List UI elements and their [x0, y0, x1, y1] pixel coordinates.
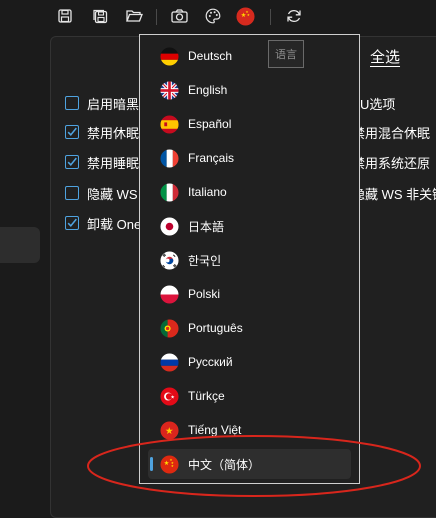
cn-flag-icon: ★ ★ ★ ★ — [160, 454, 179, 474]
language-label: Русский — [188, 355, 233, 369]
toolbar-separator — [270, 9, 271, 25]
option-label-right[interactable]: 禁用系统还原 — [352, 152, 430, 172]
pl-flag-icon — [160, 284, 179, 304]
fr-flag-icon — [160, 148, 179, 168]
language-label: Italiano — [188, 185, 227, 199]
option-label: 隐藏 WS — [87, 186, 138, 202]
checkbox-checked[interactable] — [65, 155, 79, 169]
language-item-es[interactable]: Español — [148, 109, 351, 139]
toolbar-separator — [156, 9, 157, 25]
option-label-right[interactable]: 隐藏 WS 非关键 — [352, 183, 436, 203]
save-icon[interactable] — [54, 5, 76, 27]
language-label: English — [188, 83, 228, 97]
language-label: Español — [188, 117, 232, 131]
open-folder-icon[interactable] — [123, 5, 145, 27]
es-flag-icon — [160, 114, 179, 134]
palette-icon[interactable] — [202, 5, 224, 27]
svg-text:★: ★ — [170, 394, 174, 400]
language-flag-icon[interactable]: ★ ★ ★ — [234, 5, 256, 27]
save-as-icon[interactable] — [89, 5, 111, 27]
language-label: Deutsch — [188, 49, 233, 63]
language-item-tr[interactable]: ★ Türkçe — [148, 381, 351, 411]
language-item-pl[interactable]: Polski — [148, 279, 351, 309]
checkbox-checked[interactable] — [65, 216, 79, 230]
language-dropdown: 语言 Deutsch English Español Français Italiano… — [139, 34, 360, 484]
language-label: 日本語 — [188, 219, 225, 234]
option-checkbox-row[interactable]: 隐藏 WS — [65, 183, 138, 203]
select-all-link[interactable]: 全选 — [370, 46, 400, 67]
language-label: Tiếng Việt — [188, 423, 242, 437]
language-label: Polski — [188, 287, 221, 301]
language-item-gb[interactable]: English — [148, 75, 351, 105]
language-label: 中文（简体） — [188, 457, 261, 472]
language-item-fr[interactable]: Français — [148, 143, 351, 173]
option-label: 禁用睡眠 — [87, 155, 140, 171]
option-checkbox-row[interactable]: 卸载 One — [65, 213, 141, 233]
checkbox-checked[interactable] — [65, 125, 79, 139]
option-label: 卸载 One — [87, 216, 142, 232]
language-item-kr[interactable]: 한국인 — [148, 245, 351, 275]
option-label: 启用暗黑 — [87, 96, 140, 112]
option-checkbox-row[interactable]: 启用暗黑 — [65, 93, 139, 113]
language-label: Português — [188, 321, 243, 335]
de-flag-icon — [160, 46, 179, 66]
tr-flag-icon: ★ — [160, 386, 179, 406]
gb-flag-icon — [160, 80, 179, 100]
kr-flag-icon — [160, 250, 179, 270]
svg-text:★: ★ — [165, 425, 174, 436]
language-label: 한국인 — [188, 253, 222, 268]
option-label-right[interactable]: U选项 — [360, 93, 395, 113]
language-item-pt[interactable]: Português — [148, 313, 351, 343]
option-checkbox-row[interactable]: 禁用睡眠 — [65, 152, 139, 172]
svg-text:★: ★ — [246, 13, 249, 17]
camera-icon[interactable] — [168, 5, 190, 27]
language-label: Türkçe — [188, 389, 225, 403]
option-checkbox-row[interactable]: 禁用休眠 — [65, 122, 139, 142]
option-label: 禁用休眠 — [87, 125, 140, 141]
language-item-cn[interactable]: ★ ★ ★ ★ 中文（简体） — [148, 449, 351, 479]
option-label-right[interactable]: 禁用混合休眠 — [352, 122, 430, 142]
language-item-jp[interactable]: 日本語 — [148, 211, 351, 241]
ru-flag-icon — [160, 352, 179, 372]
language-item-de[interactable]: Deutsch — [148, 41, 351, 71]
language-item-ru[interactable]: Русский — [148, 347, 351, 377]
language-label: Français — [188, 151, 235, 165]
jp-flag-icon — [160, 216, 179, 236]
toolbar: ★ ★ ★ — [0, 0, 436, 34]
checkbox-unchecked[interactable] — [65, 186, 79, 200]
sidebar-selected-item[interactable] — [0, 227, 40, 263]
checkbox-unchecked[interactable] — [65, 96, 79, 110]
language-item-it[interactable]: Italiano — [148, 177, 351, 207]
pt-flag-icon — [160, 318, 179, 338]
language-item-vn[interactable]: ★ Tiếng Việt — [148, 415, 351, 445]
vn-flag-icon: ★ — [160, 420, 179, 440]
svg-text:★: ★ — [171, 463, 174, 467]
it-flag-icon — [160, 182, 179, 202]
refresh-icon[interactable] — [283, 5, 305, 27]
